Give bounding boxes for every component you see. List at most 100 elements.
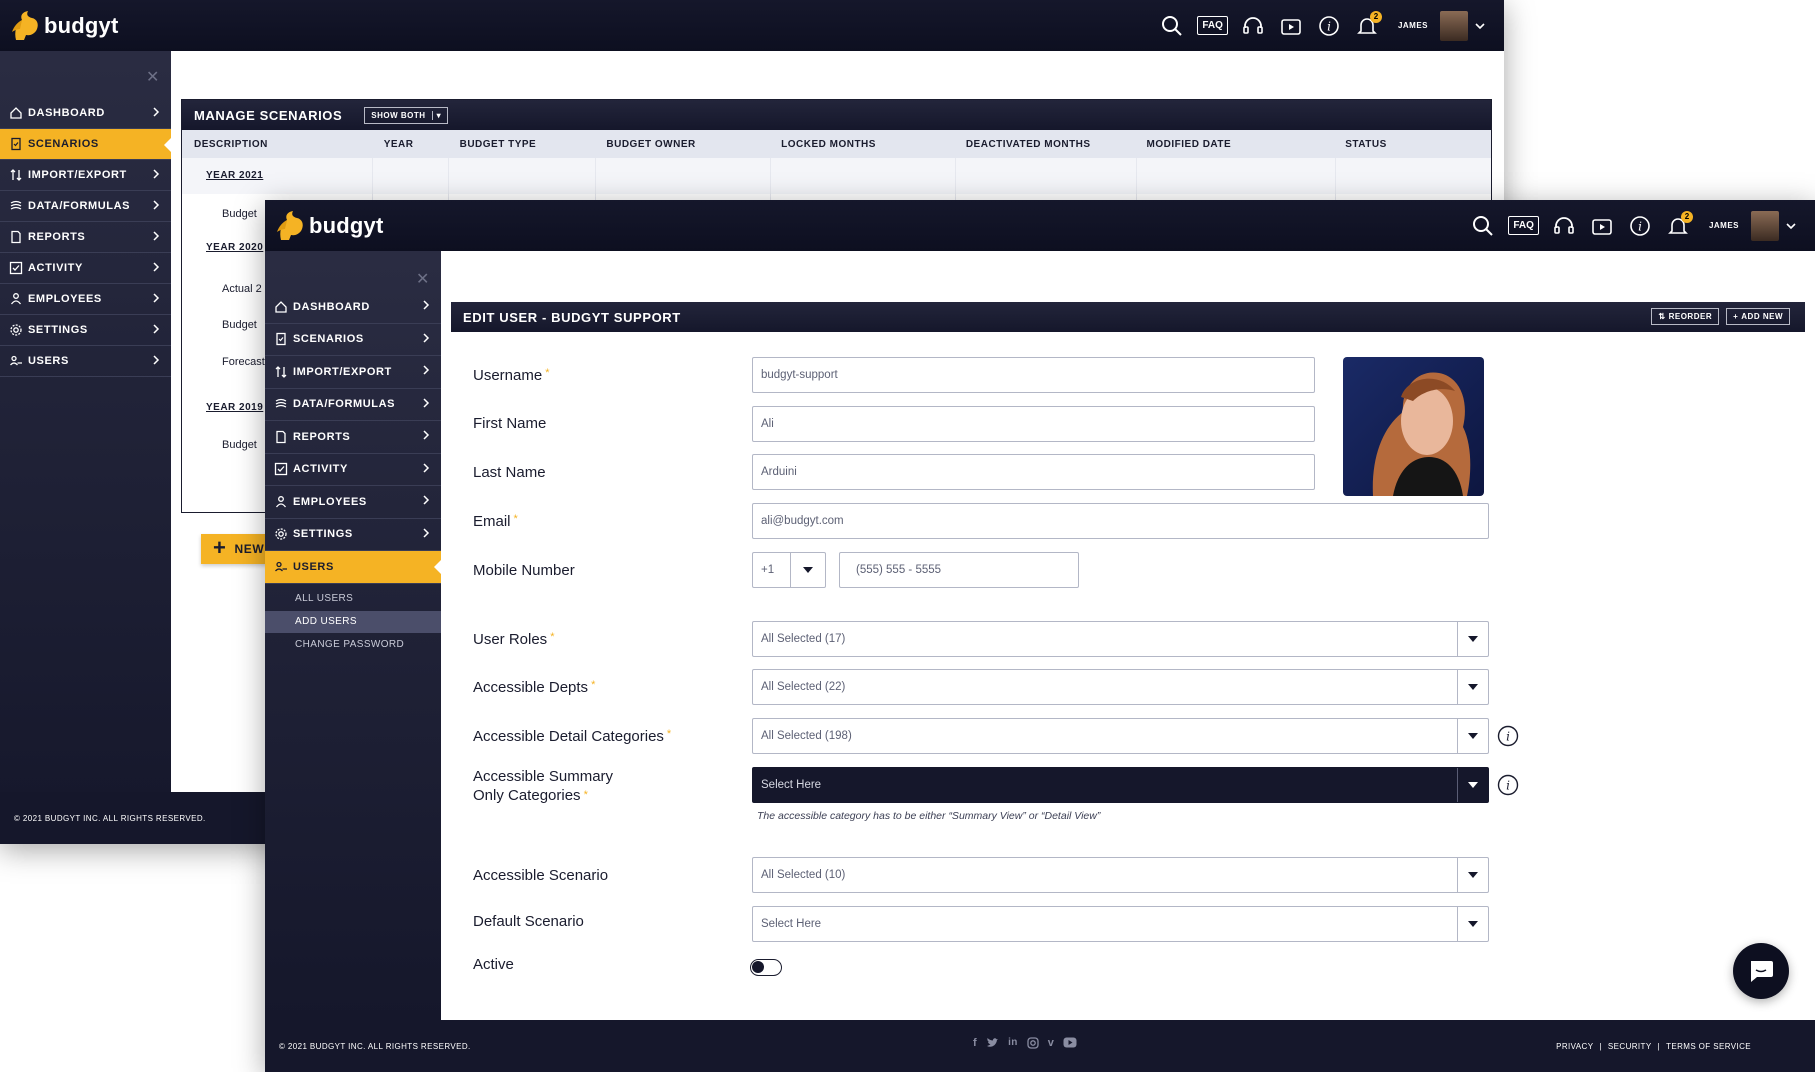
default-scenario-select[interactable]: Select Here xyxy=(752,906,1489,942)
search-icon[interactable] xyxy=(1470,213,1496,239)
user-roles-select[interactable]: All Selected (17) xyxy=(752,621,1489,657)
sidebar-item-label: IMPORT/EXPORT xyxy=(293,365,392,378)
back-sidebar: ✕ DASHBOARD SCENARIOS IMPORT/EXPORT DATA/FO… xyxy=(0,51,172,844)
footer-link-privacy[interactable]: PRIVACY xyxy=(1556,1042,1593,1051)
column-header[interactable]: DEACTIVATED MONTHS xyxy=(954,139,1135,150)
sidebar-item-import-export[interactable]: IMPORT/EXPORT xyxy=(265,356,441,389)
active-toggle[interactable] xyxy=(750,959,782,976)
column-header[interactable]: LOCKED MONTHS xyxy=(769,139,954,150)
depts-select[interactable]: All Selected (22) xyxy=(752,669,1489,705)
column-header[interactable]: BUDGET TYPE xyxy=(448,139,595,150)
user-name[interactable]: JAMES xyxy=(1709,221,1739,230)
sidebar-item-scenarios[interactable]: SCENARIOS xyxy=(265,324,441,356)
user-name[interactable]: JAMES xyxy=(1398,21,1428,30)
sidebar-item-data-formulas[interactable]: DATA/FORMULAS xyxy=(265,389,441,421)
sidebar-item-reports[interactable]: REPORTS xyxy=(265,421,441,454)
reorder-button[interactable]: ⇅ REORDER xyxy=(1651,308,1720,325)
video-icon[interactable] xyxy=(1589,213,1615,239)
sidebar-item-scenarios[interactable]: SCENARIOS xyxy=(0,129,172,160)
search-icon[interactable] xyxy=(1159,13,1185,39)
summary-categories-select[interactable]: Select Here xyxy=(752,767,1489,803)
table-row[interactable]: YEAR 2019 xyxy=(206,402,263,413)
youtube-icon[interactable] xyxy=(1063,1037,1077,1048)
chevron-down-icon: ▾ xyxy=(431,110,442,120)
table-row[interactable]: Budget xyxy=(222,319,257,331)
info-icon[interactable]: i xyxy=(1316,13,1342,39)
vimeo-icon[interactable]: v xyxy=(1048,1037,1055,1049)
brand-logo[interactable]: budgyt xyxy=(275,208,384,244)
table-row[interactable]: Budget xyxy=(222,208,257,220)
faq-button[interactable]: FAQ xyxy=(1197,16,1228,35)
sidebar-item-users[interactable]: USERS xyxy=(0,346,171,377)
table-row[interactable]: Actual 2 xyxy=(222,283,262,295)
avatar[interactable] xyxy=(1751,210,1779,241)
last-name-input[interactable]: Arduini xyxy=(752,454,1315,490)
copyright-text: © 2021 BUDGYT INC. ALL RIGHTS RESERVED. xyxy=(279,1042,471,1051)
chat-button[interactable] xyxy=(1733,943,1789,999)
table-row[interactable]: Budget xyxy=(222,439,257,451)
table-row[interactable]: Forecast xyxy=(222,356,265,368)
info-icon[interactable]: i xyxy=(1627,213,1653,239)
table-row[interactable]: YEAR 2021 xyxy=(206,170,263,181)
linkedin-icon[interactable]: in xyxy=(1008,1037,1018,1049)
chevron-down-icon[interactable] xyxy=(1474,20,1486,32)
subnav-item-change-password[interactable]: CHANGE PASSWORD xyxy=(265,634,441,656)
chevron-right-icon xyxy=(423,300,430,310)
sidebar-item-data-formulas[interactable]: DATA/FORMULAS xyxy=(0,191,171,222)
users-icon xyxy=(10,355,22,366)
avatar[interactable] xyxy=(1440,10,1468,41)
column-header[interactable]: BUDGET OWNER xyxy=(594,139,769,150)
first-name-input[interactable]: Ali xyxy=(752,406,1315,442)
username-input[interactable]: budgyt-support xyxy=(752,357,1315,393)
mobile-input[interactable]: (555) 555 - 5555 xyxy=(839,552,1079,588)
sidebar-item-employees[interactable]: EMPLOYEES xyxy=(265,486,441,519)
sidebar-item-dashboard[interactable]: DASHBOARD xyxy=(0,98,171,129)
bell-icon[interactable]: 2 xyxy=(1665,210,1693,239)
column-header[interactable]: MODIFIED DATE xyxy=(1135,139,1334,150)
close-icon[interactable]: ✕ xyxy=(146,67,159,87)
scenarios-table-header: DESCRIPTION YEAR BUDGET TYPE BUDGET OWNER LO… xyxy=(182,130,1491,158)
show-filter-select[interactable]: SHOW BOTH ▾ xyxy=(364,106,449,124)
sidebar-item-employees[interactable]: EMPLOYEES xyxy=(0,284,171,315)
close-icon[interactable]: ✕ xyxy=(416,269,429,289)
bell-icon[interactable]: 2 xyxy=(1354,10,1382,39)
headset-icon[interactable] xyxy=(1240,13,1266,39)
instagram-icon[interactable] xyxy=(1027,1037,1039,1049)
chevron-down-icon[interactable] xyxy=(1785,220,1797,232)
plus-icon: + xyxy=(1733,312,1739,321)
twitter-icon[interactable] xyxy=(986,1037,999,1049)
chat-icon xyxy=(1751,961,1773,982)
add-new-button[interactable]: + ADD NEW xyxy=(1726,308,1790,325)
country-code-select[interactable]: +1 xyxy=(752,552,826,588)
column-header[interactable]: DESCRIPTION xyxy=(182,139,372,150)
table-row[interactable]: YEAR 2020 xyxy=(206,242,263,253)
sidebar-item-dashboard[interactable]: DASHBOARD xyxy=(265,291,441,324)
sidebar-item-settings[interactable]: SETTINGS xyxy=(0,315,171,346)
scenario-select[interactable]: All Selected (10) xyxy=(752,857,1489,893)
user-photo[interactable] xyxy=(1343,357,1484,496)
column-header[interactable]: YEAR xyxy=(372,139,448,150)
info-icon[interactable]: i xyxy=(1497,725,1519,747)
sidebar-item-activity[interactable]: ACTIVITY xyxy=(0,253,171,284)
sidebar-item-settings[interactable]: SETTINGS xyxy=(265,519,441,551)
faq-button[interactable]: FAQ xyxy=(1508,216,1539,235)
video-icon[interactable] xyxy=(1278,13,1304,39)
sidebar-item-label: DATA/FORMULAS xyxy=(28,200,131,212)
email-input[interactable]: ali@budgyt.com xyxy=(752,503,1489,539)
chevron-right-icon xyxy=(153,169,160,179)
info-icon[interactable]: i xyxy=(1497,774,1519,796)
sidebar-item-reports[interactable]: REPORTS xyxy=(0,222,171,253)
brand-logo[interactable]: budgyt xyxy=(10,8,119,44)
headset-icon[interactable] xyxy=(1551,213,1577,239)
sidebar-item-activity[interactable]: ACTIVITY xyxy=(265,454,441,486)
detail-categories-select[interactable]: All Selected (198) xyxy=(752,718,1489,754)
column-header[interactable]: STATUS xyxy=(1333,139,1491,150)
footer-link-security[interactable]: SECURITY xyxy=(1608,1042,1652,1051)
depts-label: Accessible Depts * xyxy=(473,679,596,696)
footer-link-terms-of-service[interactable]: TERMS OF SERVICE xyxy=(1666,1042,1751,1051)
subnav-item-add-users[interactable]: ADD USERS xyxy=(265,610,451,633)
subnav-item-all-users[interactable]: ALL USERS xyxy=(265,588,441,610)
sidebar-item-import-export[interactable]: IMPORT/EXPORT xyxy=(0,160,171,191)
facebook-icon[interactable]: f xyxy=(973,1037,977,1049)
sidebar-item-users[interactable]: USERS xyxy=(265,551,442,584)
